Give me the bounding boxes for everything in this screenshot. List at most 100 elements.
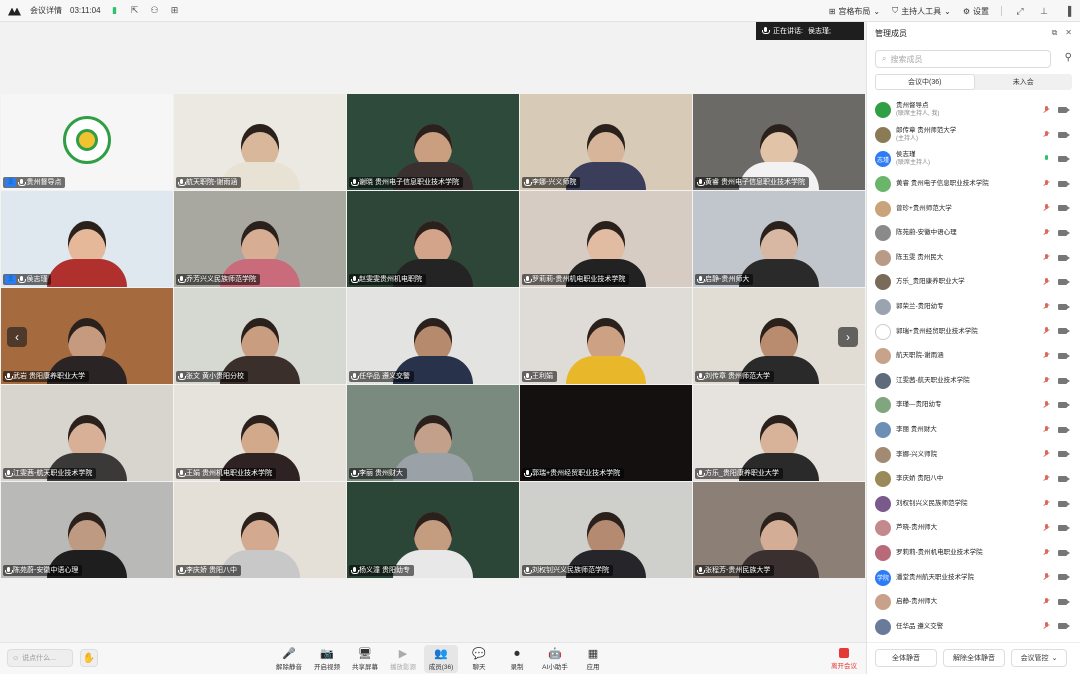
member-search-input[interactable]: ⌕ 搜索成员 bbox=[875, 50, 1051, 68]
mic-muted-icon[interactable] bbox=[1043, 450, 1050, 458]
meeting-info-link[interactable]: 会议详情 bbox=[30, 5, 62, 16]
video-tile[interactable]: 郭瑞+贵州经贸职业技术学院 bbox=[520, 385, 692, 481]
member-row[interactable]: 江雯茜-航天职业技术学院 bbox=[867, 369, 1080, 394]
camera-icon[interactable] bbox=[1058, 377, 1070, 384]
toolbar-button[interactable]: 💬 2 聊天 bbox=[462, 645, 496, 673]
video-tile[interactable]: 谢晓 贵州电子信息职业技术学院 bbox=[347, 94, 519, 190]
video-tile[interactable]: 任华品 遵义交警 bbox=[347, 288, 519, 384]
member-row[interactable]: 李娜-兴义师院 bbox=[867, 442, 1080, 467]
share-out-icon[interactable]: ⇱ bbox=[129, 5, 141, 16]
tab-not-joined[interactable]: 未入会 bbox=[975, 74, 1073, 90]
signal-icon[interactable]: ▮ bbox=[109, 5, 121, 16]
unmute-all-button[interactable]: 解除全体静音 bbox=[943, 649, 1005, 667]
settings-button[interactable]: ⚙ 设置 bbox=[963, 6, 989, 17]
camera-icon[interactable] bbox=[1058, 156, 1070, 163]
mic-muted-icon[interactable] bbox=[1043, 204, 1050, 212]
mic-muted-icon[interactable] bbox=[1043, 278, 1050, 286]
video-tile[interactable]: 启静-贵州师大 bbox=[693, 191, 865, 287]
mic-muted-icon[interactable] bbox=[1043, 302, 1050, 311]
video-tile[interactable]: 刘权钊兴义民族师范学院 bbox=[520, 482, 692, 578]
video-tile[interactable]: 👤 侯志瑾 bbox=[1, 191, 173, 287]
member-row[interactable]: 郭瑞+贵州经贸职业技术学院 bbox=[867, 319, 1080, 344]
close-icon[interactable]: ✕ bbox=[1065, 28, 1072, 38]
mute-all-button[interactable]: 全体静音 bbox=[875, 649, 937, 667]
mic-muted-icon[interactable] bbox=[1043, 474, 1050, 483]
member-row[interactable]: 李瑾—贵阳幼专 bbox=[867, 393, 1080, 418]
camera-icon[interactable] bbox=[1058, 525, 1070, 532]
member-row[interactable]: 志瑾 侯志瑾 (联席主持人) bbox=[867, 147, 1080, 172]
pin-icon[interactable]: ⊥ bbox=[1038, 6, 1050, 17]
invite-user-icon[interactable]: ⚲ bbox=[1065, 52, 1072, 63]
video-tile[interactable]: 张程芳-贵州民族大学 bbox=[693, 482, 865, 578]
shield-icon[interactable]: ⚇ bbox=[149, 5, 161, 16]
camera-icon[interactable] bbox=[1058, 254, 1070, 261]
toolbar-button[interactable]: ▦ 应用 bbox=[576, 645, 610, 673]
member-row[interactable]: 贵州督导点 (联席主持人, 我) bbox=[867, 98, 1080, 123]
member-row[interactable]: 李庆娇 贵阳八中 bbox=[867, 467, 1080, 492]
meeting-controls-button[interactable]: 会议管控 ⌄ bbox=[1011, 649, 1067, 667]
popout-icon[interactable]: ⧉ bbox=[1052, 28, 1058, 38]
member-row[interactable]: 曾珍+贵州师范大学 bbox=[867, 196, 1080, 221]
video-tile[interactable]: 王娟 贵州机电职业技术学院 bbox=[174, 385, 346, 481]
raise-hand-button[interactable]: ✋ bbox=[80, 649, 98, 667]
camera-icon[interactable] bbox=[1058, 402, 1070, 409]
toolbar-button[interactable]: ▶ 播放影源 bbox=[386, 645, 420, 673]
tab-in-meeting[interactable]: 会议中(36) bbox=[875, 74, 975, 90]
camera-icon[interactable] bbox=[1058, 205, 1070, 212]
member-row[interactable]: 陈玉雯 贵州民大 bbox=[867, 246, 1080, 271]
camera-icon[interactable] bbox=[1058, 549, 1070, 556]
mic-muted-icon[interactable] bbox=[1043, 548, 1050, 557]
toolbar-button[interactable]: 👥 成员(36) bbox=[424, 645, 458, 673]
video-tile[interactable]: 江雯茜-航天职业技术学院 bbox=[1, 385, 173, 481]
camera-icon[interactable] bbox=[1058, 180, 1070, 187]
video-tile[interactable]: 杨义潼 贵阳幼专 bbox=[347, 482, 519, 578]
video-tile[interactable]: 罗莉莉-贵州机电职业技术学院 bbox=[520, 191, 692, 287]
camera-icon[interactable] bbox=[1058, 426, 1070, 433]
camera-icon[interactable] bbox=[1058, 352, 1070, 359]
member-row[interactable]: 李丽 贵州财大 bbox=[867, 418, 1080, 443]
sidebar-toggle-icon[interactable]: ▐ bbox=[1062, 6, 1074, 16]
video-tile[interactable]: 陈苑蔚-安徽中语心理 bbox=[1, 482, 173, 578]
camera-icon[interactable] bbox=[1058, 303, 1070, 310]
mic-muted-icon[interactable] bbox=[1043, 228, 1050, 237]
prev-page-button[interactable]: ‹ bbox=[7, 327, 27, 347]
member-row[interactable]: 黄睿 贵州电子信息职业技术学院 bbox=[867, 172, 1080, 197]
next-page-button[interactable]: › bbox=[838, 327, 858, 347]
member-row[interactable]: 刘权钊兴义民族师范学院 bbox=[867, 492, 1080, 517]
video-tile[interactable]: 航天职院-谢雨涵 bbox=[174, 94, 346, 190]
video-tile[interactable]: 王利娟 bbox=[520, 288, 692, 384]
host-tools-button[interactable]: ⛉ 主持人工具 ⌄ bbox=[892, 6, 951, 17]
toolbar-button[interactable]: 🎤 解除静音 bbox=[272, 645, 306, 673]
camera-icon[interactable] bbox=[1058, 623, 1070, 630]
member-row[interactable]: 郎传章 贵州师范大学 (主持人) bbox=[867, 123, 1080, 148]
member-row[interactable]: 罗莉莉-贵州机电职业技术学院 bbox=[867, 541, 1080, 566]
member-row[interactable]: 方乐_贵阳康养职业大学 bbox=[867, 270, 1080, 295]
mic-muted-icon[interactable] bbox=[1043, 499, 1050, 508]
member-row[interactable]: 任华品 遵义交警 bbox=[867, 614, 1080, 639]
camera-icon[interactable] bbox=[1058, 451, 1070, 458]
member-row[interactable]: 芦晓-贵州师大 bbox=[867, 516, 1080, 541]
mic-muted-icon[interactable] bbox=[1043, 351, 1050, 360]
mic-muted-icon[interactable] bbox=[1043, 597, 1050, 606]
camera-icon[interactable] bbox=[1058, 229, 1070, 236]
camera-icon[interactable] bbox=[1058, 475, 1070, 482]
video-tile[interactable]: 黄睿 贵州电子信息职业技术学院 bbox=[693, 94, 865, 190]
video-tile[interactable]: 👤 贵州督导点 bbox=[1, 94, 173, 190]
network-icon[interactable]: ⊞ bbox=[169, 5, 181, 16]
toolbar-button[interactable]: 📷 开启视频 bbox=[310, 645, 344, 673]
camera-icon[interactable] bbox=[1058, 279, 1070, 286]
toolbar-button[interactable]: 🖥 共享屏幕 bbox=[348, 645, 382, 673]
fullscreen-icon[interactable]: ⤢ bbox=[1014, 6, 1026, 17]
video-tile[interactable]: 张文 黄小贵阳分校 bbox=[174, 288, 346, 384]
member-row[interactable]: 学院 潘堂贵州航天职业技术学院 bbox=[867, 565, 1080, 590]
layout-button[interactable]: ⊞ 宫格布局 ⌄ bbox=[829, 6, 880, 17]
video-tile[interactable]: 方乐_贵阳康养职业大学 bbox=[693, 385, 865, 481]
mic-muted-icon[interactable] bbox=[1043, 106, 1050, 114]
camera-icon[interactable] bbox=[1058, 500, 1070, 507]
mic-muted-icon[interactable] bbox=[1043, 327, 1050, 335]
video-tile[interactable]: 李庆娇 贵阳八中 bbox=[174, 482, 346, 578]
mic-muted-icon[interactable] bbox=[1043, 179, 1050, 188]
mic-muted-icon[interactable] bbox=[1043, 425, 1050, 434]
member-row[interactable]: 启静-贵州师大 bbox=[867, 590, 1080, 615]
toolbar-button[interactable]: ⏺ 录制 bbox=[500, 645, 534, 673]
